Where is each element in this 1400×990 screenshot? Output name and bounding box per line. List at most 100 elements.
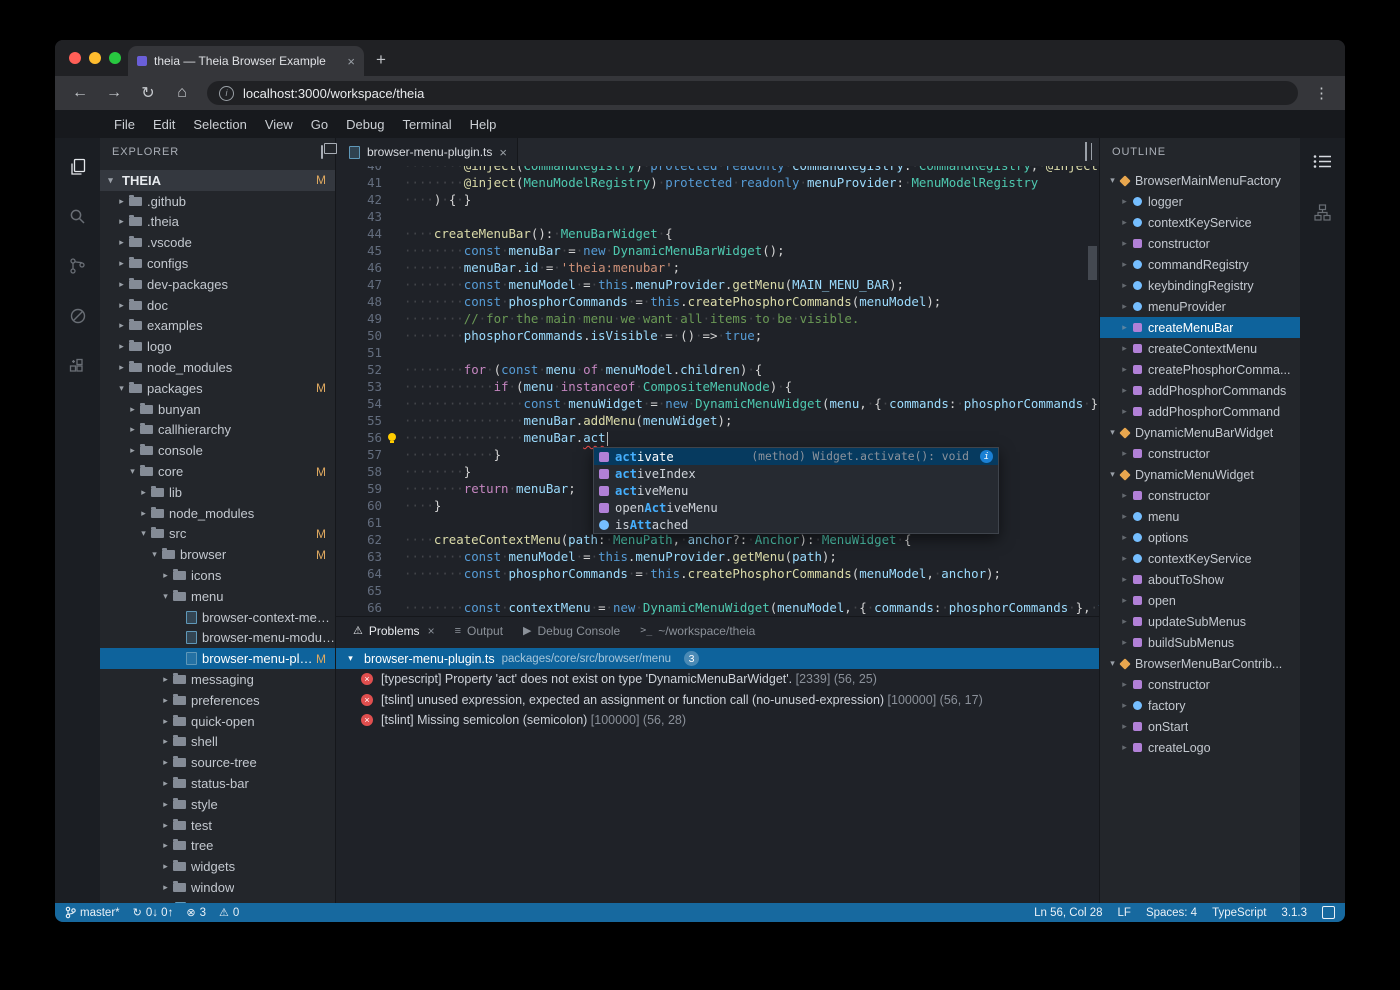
suggest-item-activeindex[interactable]: activeIndex [594,465,998,482]
tree-item-bunyan[interactable]: ▸ bunyan [100,399,335,420]
menu-item-file[interactable]: File [105,117,144,132]
tree-item-theia[interactable]: ▾ THEIA M [100,170,335,191]
outline-item-dynamicmenuwidget[interactable]: ▾ DynamicMenuWidget [1100,464,1300,485]
code-line[interactable]: 56 ················menuBar.act [336,429,1099,446]
menu-item-selection[interactable]: Selection [184,117,255,132]
home-icon[interactable]: ⌂ [173,84,191,102]
editor-tab[interactable]: browser-menu-plugin.ts × [336,138,518,166]
tree-item-preferences[interactable]: ▸ preferences [100,690,335,711]
status-language-mode[interactable]: TypeScript [1212,907,1266,919]
code-line[interactable]: 65 [336,582,1099,599]
menu-item-help[interactable]: Help [461,117,506,132]
code-line[interactable]: 52 ········for·(const·menu·of·menuModel.c… [336,361,1099,378]
tree-item-source-tree[interactable]: ▸ source-tree [100,752,335,773]
source-control-icon[interactable] [69,257,86,280]
tree-item-callhierarchy[interactable]: ▸ callhierarchy [100,420,335,441]
close-icon[interactable]: × [428,624,435,638]
tree-item-icons[interactable]: ▸ icons [100,565,335,586]
tree-item-examples[interactable]: ▸ examples [100,316,335,337]
code-line[interactable]: 41 ········@inject(MenuModelRegistry)·pro… [336,174,1099,191]
tree-item-test[interactable]: ▸ test [100,815,335,836]
reload-icon[interactable]: ↻ [139,83,157,103]
tree-item-core[interactable]: ▾ core M [100,461,335,482]
tree-item-browser-menu-plugin-ts[interactable]: browser-menu-plugin.tsM [100,648,335,670]
code-line[interactable]: 47 ········const·menuModel·=·this.menuPro… [336,276,1099,293]
tree-item-dev-packages[interactable]: ▸ dev-packages [100,274,335,295]
code-line[interactable]: 66 ········const·contextMenu·=·new·Dynami… [336,599,1099,616]
problem-row[interactable]: × [tslint] unused expression, expected an… [336,690,1099,711]
menu-item-view[interactable]: View [256,117,302,132]
hierarchy-view-icon[interactable] [1314,204,1331,226]
outline-item-options[interactable]: ▸ options [1100,527,1300,548]
code-line[interactable]: 43 [336,208,1099,225]
outline-item-onstart[interactable]: ▸ onStart [1100,716,1300,737]
outline-item-buildsubmenus[interactable]: ▸ buildSubMenus [1100,632,1300,653]
outline-item-createphosphorcomma[interactable]: ▸ createPhosphorComma... [1100,359,1300,380]
tree-item-doc[interactable]: ▸ doc [100,295,335,316]
forward-icon[interactable]: → [105,84,123,102]
status-eol[interactable]: LF [1118,907,1131,919]
status-indentation[interactable]: Spaces: 4 [1146,907,1197,919]
panel-tab-debug-console[interactable]: ▶ Debug Console [514,617,629,644]
tree-item-browser-menu-module-ts[interactable]: browser-menu-module.ts [100,628,335,649]
close-icon[interactable]: × [499,145,507,160]
circle-slash-icon[interactable] [69,307,87,330]
outline-item-browsermainmenufactory[interactable]: ▾ BrowserMainMenuFactory [1100,170,1300,191]
outline-item-menu[interactable]: ▸ menu [1100,506,1300,527]
outline-item-addphosphorcommands[interactable]: ▸ addPhosphorCommands [1100,380,1300,401]
status-sync[interactable]: ↻ 0↓ 0↑ [133,906,174,920]
menu-item-debug[interactable]: Debug [337,117,393,132]
status-warning-count[interactable]: ⚠ 0 [219,906,239,920]
tree-item-messaging[interactable]: ▸ messaging [100,669,335,690]
split-editor-icon[interactable] [1085,142,1087,161]
outline-item-open[interactable]: ▸ open [1100,590,1300,611]
menu-item-go[interactable]: Go [302,117,337,132]
status-error-count[interactable]: ⊗ 3 [186,906,206,920]
status-cursor-position[interactable]: Ln 56, Col 28 [1034,907,1102,919]
search-icon[interactable] [69,208,86,230]
status-git-branch[interactable]: master* [65,906,120,919]
outline-item-keybindingregistry[interactable]: ▸ keybindingRegistry [1100,275,1300,296]
new-tab-button[interactable]: + [376,50,386,70]
code-line[interactable]: 64 ········const·phosphorCommands·=·this.… [336,565,1099,582]
code-line[interactable]: 44 ····createMenuBar():·MenuBarWidget·{ [336,225,1099,242]
suggest-item-isattached[interactable]: isAttached [594,516,998,533]
outline-item-constructor[interactable]: ▸ constructor [1100,443,1300,464]
suggest-item-openactivemenu[interactable]: openActiveMenu [594,499,998,516]
outline-item-menuprovider[interactable]: ▸ menuProvider [1100,296,1300,317]
outline-item-commandregistry[interactable]: ▸ commandRegistry [1100,254,1300,275]
close-tab-icon[interactable]: × [347,54,355,69]
back-icon[interactable]: ← [71,84,89,102]
outline-item-contextkeyservice[interactable]: ▸ contextKeyService [1100,212,1300,233]
code-line[interactable]: 42 ····)·{·} [336,191,1099,208]
outline-item-constructor[interactable]: ▸ constructor [1100,674,1300,695]
outline-item-logger[interactable]: ▸ logger [1100,191,1300,212]
outline-item-factory[interactable]: ▸ factory [1100,695,1300,716]
site-info-icon[interactable]: i [219,85,234,101]
explorer-icon[interactable] [69,158,87,181]
tree-item-theia[interactable]: ▸ .theia [100,212,335,233]
tree-item-src[interactable]: ▾ src M [100,524,335,545]
tree-item-menu[interactable]: ▾ menu [100,586,335,607]
tree-item-quick-open[interactable]: ▸ quick-open [100,711,335,732]
outline-item-constructor[interactable]: ▸ constructor [1100,233,1300,254]
outline-item-addphosphorcommand[interactable]: ▸ addPhosphorCommand [1100,401,1300,422]
outline-item-updatesubmenus[interactable]: ▸ updateSubMenus [1100,611,1300,632]
suggest-item-activate[interactable]: activate (method) Widget.activate(): void… [594,448,998,465]
panel-tab-output[interactable]: ≡ Output [446,617,512,644]
problem-file-row[interactable]: ▾ browser-menu-plugin.ts packages/core/src… [336,648,1099,669]
problem-row[interactable]: × [tslint] Missing semicolon (semicolon) … [336,710,1099,731]
outline-item-constructor[interactable]: ▸ constructor [1100,485,1300,506]
panel-tab-problems[interactable]: ⚠ Problems × [344,617,444,644]
outline-item-contextkeyservice[interactable]: ▸ contextKeyService [1100,548,1300,569]
plugins-icon[interactable] [69,357,86,379]
menu-item-terminal[interactable]: Terminal [393,117,460,132]
tree-item-tree[interactable]: ▸ tree [100,836,335,857]
info-icon[interactable]: i [980,450,993,463]
code-line[interactable]: 51 [336,344,1099,361]
code-line[interactable]: 55 ················menuBar.addMenu(menuWi… [336,412,1099,429]
window-minimize-button[interactable] [89,52,101,64]
tree-item-status-bar[interactable]: ▸ status-bar [100,773,335,794]
code-line[interactable]: 40········@inject(CommandRegistry)·prote… [336,166,1099,174]
code-editor[interactable]: 40········@inject(CommandRegistry)·prote… [336,166,1099,616]
